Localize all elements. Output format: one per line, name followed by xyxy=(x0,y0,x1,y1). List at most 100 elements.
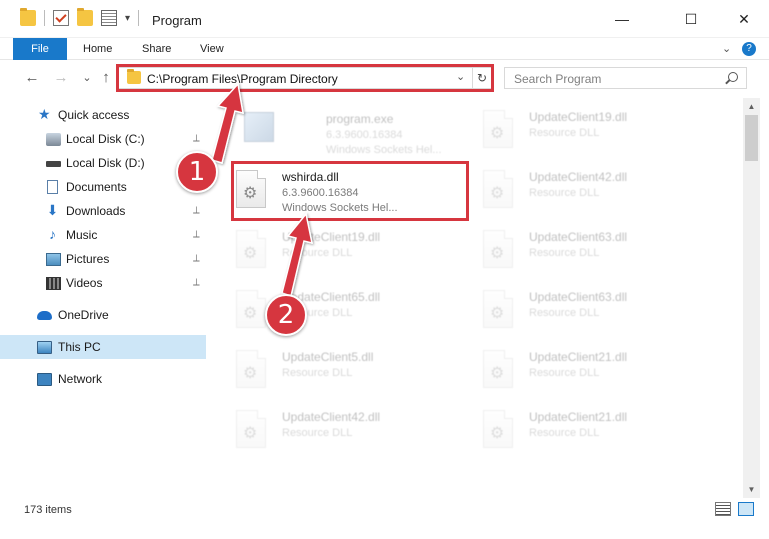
dll-file-icon xyxy=(236,350,266,388)
separator xyxy=(44,10,45,26)
computer-icon xyxy=(37,341,52,354)
file-item[interactable]: UpdateClient19.dll Resource DLL xyxy=(236,224,466,280)
separator xyxy=(138,10,140,26)
tab-view[interactable]: View xyxy=(200,38,224,60)
scroll-thumb[interactable] xyxy=(745,115,758,161)
file-type: Resource DLL xyxy=(529,367,600,379)
window-title: Program xyxy=(152,13,202,28)
search-box[interactable]: Search Program xyxy=(504,67,747,89)
sidebar-item-pictures[interactable]: Pictures ⟂ xyxy=(0,247,206,271)
file-name: UpdateClient5.dll xyxy=(282,350,374,364)
pictures-icon xyxy=(46,253,61,266)
sidebar-item-documents[interactable]: Documents ⟂ xyxy=(0,175,206,199)
sidebar-item-quick-access[interactable]: ★ Quick access xyxy=(0,103,206,127)
file-name: UpdateClient19.dll xyxy=(282,230,381,244)
file-item[interactable]: UpdateClient19.dll Resource DLL xyxy=(483,104,713,160)
download-icon: ⬇ xyxy=(46,202,59,218)
dll-file-icon xyxy=(483,350,513,388)
help-icon[interactable]: ? xyxy=(742,42,756,56)
pin-icon: ⟂ xyxy=(193,133,200,144)
up-button[interactable]: ↑ xyxy=(96,68,116,88)
file-type: Resource DLL xyxy=(282,367,353,379)
search-input[interactable]: Search Program xyxy=(514,72,601,86)
sidebar-item-network[interactable]: Network xyxy=(0,367,206,391)
file-name: UpdateClient42.dll xyxy=(529,170,628,184)
file-name: UpdateClient63.dll xyxy=(529,290,628,304)
customize-icon[interactable] xyxy=(101,10,117,26)
dll-file-icon xyxy=(236,290,266,328)
dll-file-icon xyxy=(236,410,266,448)
dll-file-icon xyxy=(236,230,266,268)
large-icons-view-button[interactable] xyxy=(738,502,754,516)
sidebar-item-downloads[interactable]: ⬇ Downloads ⟂ xyxy=(0,199,206,223)
back-button[interactable]: ← xyxy=(22,68,42,88)
navigation-pane: ★ Quick access Local Disk (C:) ⟂ Local D… xyxy=(0,98,208,498)
properties-check-icon[interactable] xyxy=(53,10,69,26)
drive-icon xyxy=(46,161,61,167)
file-type: Resource DLL xyxy=(529,427,600,439)
sidebar-item-label: Local Disk (D:) xyxy=(66,156,145,170)
sidebar-item-music[interactable]: ♪ Music ⟂ xyxy=(0,223,206,247)
file-item[interactable]: UpdateClient42.dll Resource DLL xyxy=(483,164,713,220)
forward-button[interactable]: → xyxy=(51,68,71,88)
title-bar: ▾ Program — ☐ ✕ xyxy=(0,0,769,38)
file-version: 6.3.9600.16384 xyxy=(326,129,403,141)
step-2-badge: 2 xyxy=(265,294,307,336)
tab-share[interactable]: Share xyxy=(142,38,171,60)
file-name: UpdateClient42.dll xyxy=(282,410,381,424)
close-button[interactable]: ✕ xyxy=(721,0,767,38)
sidebar-item-local-disk-c[interactable]: Local Disk (C:) ⟂ xyxy=(0,127,206,151)
ribbon-expand-icon[interactable]: ⌄ xyxy=(722,38,731,60)
address-highlight-box xyxy=(116,64,494,92)
music-icon: ♪ xyxy=(49,226,56,242)
file-item[interactable]: UpdateClient63.dll Resource DLL xyxy=(483,284,713,340)
file-item[interactable]: UpdateClient21.dll Resource DLL xyxy=(483,404,713,460)
maximize-button[interactable]: ☐ xyxy=(668,0,714,38)
file-item[interactable]: UpdateClient5.dll Resource DLL xyxy=(236,344,466,400)
file-item-program-exe[interactable]: program.exe 6.3.9600.16384 Windows Socke… xyxy=(244,106,474,162)
sidebar-item-label: Downloads xyxy=(66,204,126,218)
folder-icon xyxy=(20,8,36,26)
scroll-up-button[interactable]: ▲ xyxy=(743,98,760,115)
item-count: 173 items xyxy=(24,504,72,516)
sidebar-item-videos[interactable]: Videos ⟂ xyxy=(0,271,206,295)
sidebar-item-onedrive[interactable]: OneDrive xyxy=(0,303,206,327)
file-type: Resource DLL xyxy=(529,187,600,199)
pin-icon: ⟂ xyxy=(193,253,200,264)
new-folder-icon[interactable] xyxy=(77,8,93,26)
tab-file[interactable]: File xyxy=(13,38,67,60)
drive-icon xyxy=(46,133,61,146)
status-bar: 173 items xyxy=(0,498,769,539)
file-type: Resource DLL xyxy=(282,247,353,259)
minimize-button[interactable]: — xyxy=(599,0,645,38)
application-icon xyxy=(244,112,274,142)
file-description: Windows Sockets Hel... xyxy=(326,144,442,156)
ribbon-tabs: File Home Share View ⌄ ? xyxy=(0,38,769,60)
tab-home[interactable]: Home xyxy=(83,38,112,60)
details-view-button[interactable] xyxy=(715,502,731,516)
sidebar-item-label: OneDrive xyxy=(58,308,109,322)
pin-icon: ⟂ xyxy=(193,205,200,216)
cloud-icon xyxy=(37,311,52,320)
file-type: Resource DLL xyxy=(529,247,600,259)
file-item[interactable]: UpdateClient63.dll Resource DLL xyxy=(483,224,713,280)
step-1-badge: 1 xyxy=(176,151,218,193)
sidebar-item-label: Documents xyxy=(66,180,127,194)
file-item[interactable]: UpdateClient21.dll Resource DLL xyxy=(483,344,713,400)
file-item[interactable]: UpdateClient42.dll Resource DLL xyxy=(236,404,466,460)
file-name: UpdateClient21.dll xyxy=(529,350,628,364)
file-type: Resource DLL xyxy=(282,427,353,439)
scroll-down-button[interactable]: ▼ xyxy=(743,481,760,498)
vertical-scrollbar[interactable]: ▲ ▼ xyxy=(743,98,760,498)
pin-icon: ⟂ xyxy=(193,277,200,288)
dll-file-icon xyxy=(483,230,513,268)
dll-file-icon xyxy=(483,410,513,448)
sidebar-item-label: Local Disk (C:) xyxy=(66,132,145,146)
qat-dropdown-icon[interactable]: ▾ xyxy=(125,13,130,24)
sidebar-item-label: Music xyxy=(66,228,98,242)
recent-locations-button[interactable]: ⌄ xyxy=(77,68,97,88)
sidebar-item-this-pc[interactable]: This PC xyxy=(0,335,206,359)
sidebar-item-label: Videos xyxy=(66,276,103,290)
dll-file-icon xyxy=(483,170,513,208)
file-name: UpdateClient63.dll xyxy=(529,230,628,244)
